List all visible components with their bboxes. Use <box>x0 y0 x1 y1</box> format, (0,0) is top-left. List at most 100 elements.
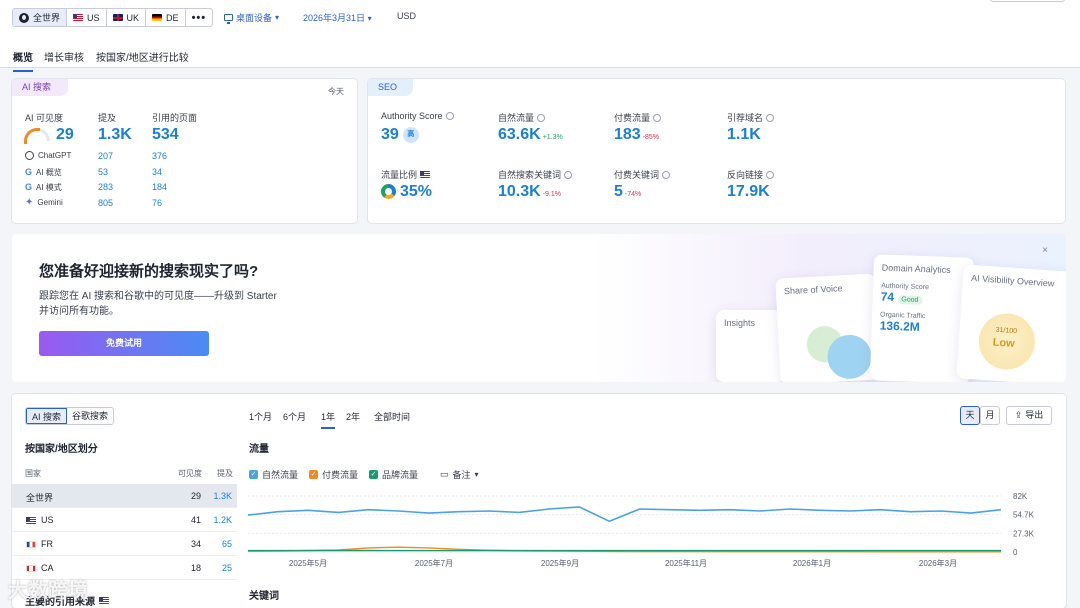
checkbox-icon: ✓ <box>309 470 318 479</box>
organic-traffic-value[interactable]: 63.6K +1.3% <box>498 126 563 144</box>
info-icon[interactable] <box>564 170 573 179</box>
region-de[interactable]: DE <box>146 9 186 26</box>
legend-organic[interactable]: ✓ 自然流量 <box>249 468 298 481</box>
ai-mode-mentions[interactable]: 283 <box>98 182 113 192</box>
promo-title: 您准备好迎接新的搜索现实了吗? <box>39 263 259 280</box>
y-tick-label: 27.3K <box>1013 529 1035 538</box>
x-tick-label: 2026年1月 <box>793 558 831 568</box>
info-icon[interactable] <box>653 113 662 122</box>
gemini-icon: ✦ <box>25 197 34 208</box>
info-icon[interactable] <box>766 170 775 179</box>
bubble-icon <box>826 333 873 381</box>
organic-traffic-number: 63.6K <box>498 126 541 143</box>
country-mentions[interactable]: 65 <box>222 539 232 549</box>
legend-branded[interactable]: ✓ 品牌流量 <box>369 468 418 481</box>
region-label: DE <box>166 12 179 23</box>
flag-us-icon <box>73 14 84 21</box>
authority-score-text: Authority Score <box>381 111 443 121</box>
close-icon[interactable]: × <box>1042 245 1048 256</box>
organic-keywords-value[interactable]: 10.3K -9.1% <box>498 183 561 201</box>
backlinks-label: 反向链接 <box>727 168 775 181</box>
ai-overview-pages[interactable]: 34 <box>152 167 162 177</box>
table-row[interactable]: US 41 1.2K <box>12 508 237 532</box>
info-icon[interactable] <box>445 112 454 120</box>
platform-name: ChatGPT <box>38 151 72 160</box>
gemini-mentions[interactable]: 805 <box>98 198 113 208</box>
monitor-icon <box>224 14 233 24</box>
info-icon[interactable] <box>766 113 775 122</box>
range-all-time[interactable]: 全部时间 <box>374 410 410 423</box>
chatgpt-pages[interactable]: 376 <box>152 151 167 161</box>
export-button[interactable]: ⇪ 导出 <box>1006 406 1052 425</box>
mock-vis-label: AI Visibility Overview <box>970 272 1055 289</box>
date-selector[interactable]: 2026年3月31日 ▾ <box>303 11 372 24</box>
google-icon: G <box>25 182 33 192</box>
granularity-month-button[interactable]: 月 <box>980 406 1000 425</box>
traffic-line-chart[interactable]: 0 27.3K 54.7K 82K 2025年5月 2025年7月 2025年9月 2025年… <box>248 490 1058 576</box>
ai-overview-mentions[interactable]: 53 <box>98 167 108 177</box>
export-icon: ⇪ <box>1014 410 1023 420</box>
country-mentions[interactable]: 1.3K <box>213 491 232 501</box>
range-6-months[interactable]: 6个月 <box>283 410 306 423</box>
region-us[interactable]: US <box>67 9 107 26</box>
paid-traffic-value[interactable]: 183 -85% <box>614 126 659 144</box>
platform-name: Gemini <box>37 198 63 207</box>
gemini-pages[interactable]: 76 <box>152 198 162 208</box>
range-2-years[interactable]: 2年 <box>346 410 360 423</box>
country-label: FR <box>41 539 53 549</box>
head-country: 国家 <box>25 469 41 478</box>
checkbox-icon: ✓ <box>249 470 258 479</box>
series-line-1[interactable] <box>248 506 1002 523</box>
organic-keywords-text: 自然搜索关键词 <box>498 170 562 180</box>
x-tick-label: 2025年7月 <box>415 558 453 568</box>
country-mentions[interactable]: 1.2K <box>213 515 232 525</box>
referring-domains-label: 引荐域名 <box>727 111 775 124</box>
tab-compare-countries[interactable]: 按国家/地区进行比较 <box>96 49 189 64</box>
cited-pages-value[interactable]: 534 <box>152 126 179 144</box>
free-trial-button[interactable]: 免费试用 <box>39 331 209 356</box>
table-row[interactable]: FR 34 65 <box>12 532 237 556</box>
region-worldwide[interactable]: 全世界 <box>13 9 68 26</box>
more-regions-button[interactable]: ••• <box>186 9 213 26</box>
tab-overview[interactable]: 概览 <box>13 49 33 72</box>
organic-traffic-text: 自然流量 <box>498 113 535 123</box>
head-mentions: 提及 <box>217 469 233 478</box>
authority-score-value[interactable]: 39 高 <box>381 126 419 144</box>
toggle-google-search[interactable]: 谷歌搜索 <box>67 408 113 424</box>
range-1-year[interactable]: 1年 <box>321 410 336 429</box>
granularity-day-button[interactable]: 天 <box>960 406 980 425</box>
country-mentions[interactable]: 25 <box>222 563 232 573</box>
notes-dropdown[interactable]: ▭ 备注 ▾ <box>440 468 479 481</box>
organic-keywords-number: 10.3K <box>498 183 541 200</box>
ai-row-ai-overview: G AI 概览 <box>25 167 62 178</box>
info-icon[interactable] <box>537 113 546 122</box>
notes-label: 备注 <box>452 470 471 480</box>
referring-domains-value[interactable]: 1.1K <box>727 126 761 144</box>
backlinks-value[interactable]: 17.9K <box>727 183 770 201</box>
range-1-month[interactable]: 1个月 <box>249 410 272 423</box>
country-name: 全世界 <box>26 491 53 504</box>
legend-paid[interactable]: ✓ 付费流量 <box>309 468 358 481</box>
ai-visibility-value[interactable]: 29 <box>56 126 74 144</box>
chatgpt-mentions[interactable]: 207 <box>98 151 113 161</box>
top-right-button[interactable] <box>990 0 1065 2</box>
organic-traffic-delta: +1.3% <box>542 134 563 141</box>
traffic-share-value[interactable]: 35% <box>381 183 432 201</box>
region-uk[interactable]: UK <box>107 9 147 26</box>
country-visibility: 29 <box>190 491 201 501</box>
keywords-title: 关键词 <box>249 591 279 602</box>
mentions-value[interactable]: 1.3K <box>98 126 132 144</box>
table-row[interactable]: 全世界 29 1.3K <box>12 484 237 508</box>
cited-pages-label: 引用的页面 <box>152 113 198 123</box>
promo-text-line2: 并访问所有功能。 <box>39 306 119 317</box>
info-icon[interactable] <box>662 170 671 179</box>
ai-mode-pages[interactable]: 184 <box>152 182 167 192</box>
comment-icon: ▭ <box>440 469 449 479</box>
toggle-ai-search[interactable]: AI 搜索 <box>26 408 68 424</box>
paid-keywords-value[interactable]: 5 -74% <box>614 183 641 201</box>
authority-score-number: 39 <box>381 126 399 143</box>
device-selector[interactable]: 桌面设备 ▾ <box>224 11 279 24</box>
tab-growth-audit[interactable]: 增长审核 <box>44 49 84 64</box>
upgrade-promo-banner: 您准备好迎接新的搜索现实了吗? 跟踪您在 AI 搜索和谷歌中的可见度——升级到 … <box>12 234 1066 382</box>
platform-name: AI 概览 <box>36 168 62 177</box>
